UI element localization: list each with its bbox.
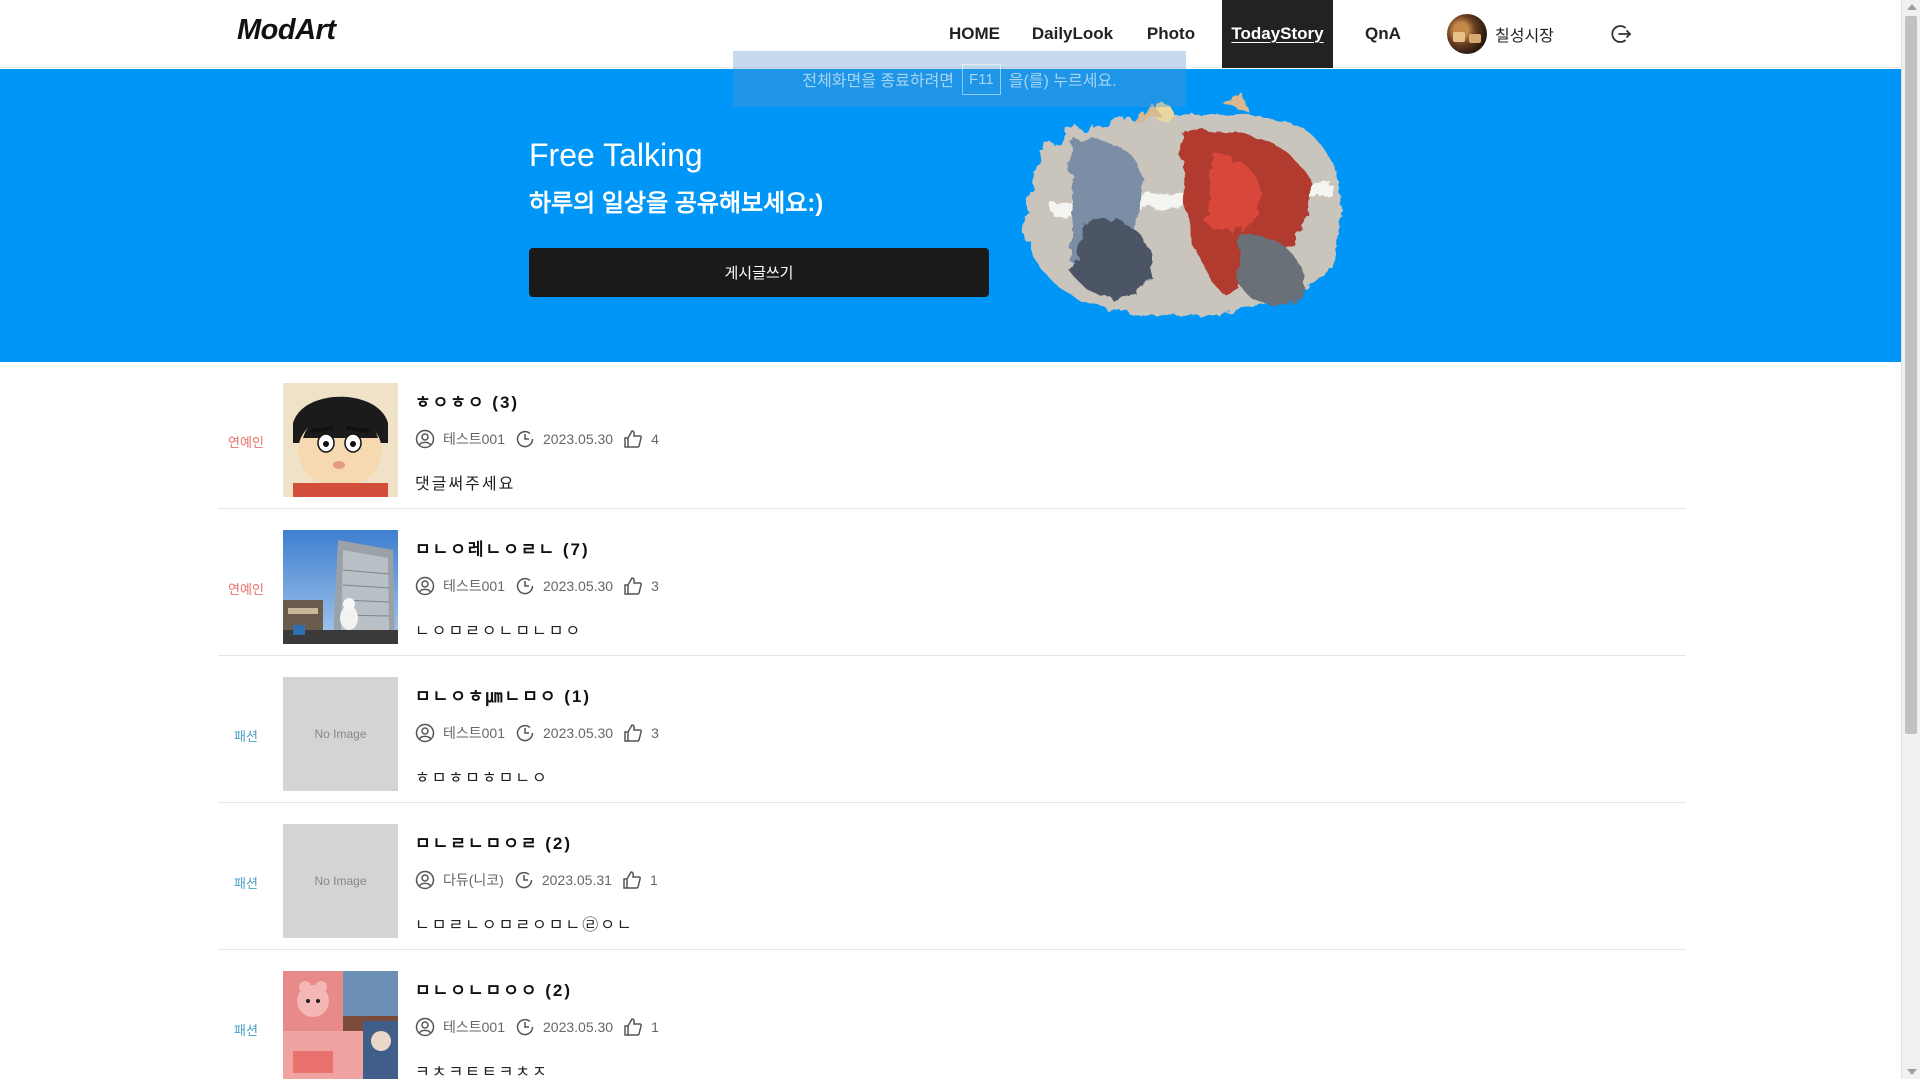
scroll-down-arrow-icon[interactable]: [1907, 1069, 1917, 1075]
post-thumbnail[interactable]: No Image: [283, 824, 398, 938]
post-body: ㄴㅇㅁㄹㅇㄴㅁㄴㅁㅇ: [415, 623, 583, 640]
user-icon: [415, 576, 435, 596]
post-category: 패션: [234, 876, 258, 891]
like-count: 1: [651, 1019, 659, 1035]
post-author: 테스트001: [443, 431, 505, 447]
hero-banner: Free Talking 하루의 일상을 공유해보세요:) 게시글쓰기: [0, 69, 1901, 362]
post-author: 테스트001: [443, 725, 505, 741]
post-date: 2023.05.30: [543, 431, 614, 447]
post-thumbnail[interactable]: [283, 383, 398, 497]
post-title-text[interactable]: ㅁㄴㅇㄴㅁㅇㅇ: [415, 981, 538, 1000]
profile-name[interactable]: 칠성시장: [1495, 22, 1554, 46]
post-meta: 다듀(니코) 2023.05.31 1: [415, 870, 658, 890]
building-photo-image: [283, 530, 398, 644]
thumbs-up-icon[interactable]: [623, 723, 643, 743]
post-date: 2023.05.30: [543, 1019, 614, 1035]
post-body: ㅎㅁㅎㅁㅎㅁㄴㅇ: [415, 770, 549, 787]
hero-subtitle: 하루의 일상을 공유해보세요:): [529, 190, 824, 217]
fullscreen-exit-toast: 전체화면을 종료하려면 F11 을(를) 누르세요.: [733, 51, 1186, 107]
site-logo[interactable]: ModArt: [237, 14, 336, 47]
post-author: 테스트001: [443, 1019, 505, 1035]
post-title[interactable]: ㅎㅇㅎㅇ (3): [415, 388, 519, 413]
user-icon: [415, 723, 435, 743]
post-title-text[interactable]: ㅁㄴㅇ레ㄴㅇㄹㄴ: [415, 540, 556, 559]
post-title[interactable]: ㅁㄴㄹㄴㅁㅇㄹ (2): [415, 829, 572, 854]
user-icon: [415, 429, 435, 449]
clock-icon: [516, 430, 534, 448]
pink-toys-photo-image: [283, 971, 398, 1079]
post-item[interactable]: 연예인 ㅁㄴㅇ레ㄴㅇㄹㄴ (7) 테스트001 2023.05.30 3 ㄴㅇㅁ…: [218, 509, 1686, 656]
scroll-up-arrow-icon[interactable]: [1907, 4, 1917, 10]
post-item[interactable]: 패션 No Image ㅁㄴㄹㄴㅁㅇㄹ (2) 다듀(니코) 2023.05.3…: [218, 803, 1686, 950]
post-title-text[interactable]: ㅎㅇㅎㅇ: [415, 393, 486, 412]
post-thumbnail[interactable]: [283, 530, 398, 644]
post-title[interactable]: ㅁㄴㅇㅎ㎛ㄴㅁㅇ (1): [415, 682, 591, 707]
post-title[interactable]: ㅁㄴㅇ레ㄴㅇㄹㄴ (7): [415, 535, 590, 560]
nav-qna[interactable]: QnA: [1354, 0, 1412, 68]
like-count: 1: [649, 872, 658, 888]
like-count: 3: [651, 578, 659, 594]
toast-key: F11: [962, 63, 1001, 95]
post-category: 연예인: [228, 582, 264, 597]
like-count: 4: [651, 431, 659, 447]
scroll-thumb[interactable]: [1905, 16, 1917, 734]
post-body: ㄴㅁㄹㄴㅇㅁㄹㅇㅁㄴ㉣ㅇㄴ: [415, 917, 634, 934]
volleyball-painting-image: [1022, 89, 1338, 312]
nav-todaystory[interactable]: TodayStory: [1222, 0, 1333, 68]
post-date: 2023.05.31: [541, 872, 612, 888]
no-image-placeholder: No Image: [314, 727, 367, 741]
user-profile[interactable]: 칠성시장: [1447, 14, 1554, 54]
post-thumbnail[interactable]: No Image: [283, 677, 398, 791]
comment-count: (1): [564, 687, 591, 706]
post-body: ㅋㅊㅋㅌㅌㅋㅊㅈ: [415, 1064, 549, 1079]
clock-icon: [516, 1018, 534, 1036]
logout-icon[interactable]: [1609, 22, 1633, 46]
post-item[interactable]: 연예인 ㅎㅇㅎㅇ (3) 테스트001 2023.05.30 4 댓글써주세요: [218, 362, 1686, 509]
thumbs-up-icon[interactable]: [623, 576, 643, 596]
avatar[interactable]: [1447, 14, 1487, 54]
thumbs-up-icon[interactable]: [623, 1017, 643, 1037]
post-meta: 테스트001 2023.05.30 1: [415, 1017, 659, 1037]
post-body: 댓글써주세요: [415, 476, 516, 493]
post-title[interactable]: ㅁㄴㅇㄴㅁㅇㅇ (2): [415, 976, 572, 1001]
post-meta: 테스트001 2023.05.30 3: [415, 576, 659, 596]
write-post-button[interactable]: 게시글쓰기: [529, 248, 989, 297]
comment-count: (2): [545, 981, 572, 1000]
comment-count: (7): [562, 540, 590, 559]
clock-icon: [516, 577, 534, 595]
post-author: 다듀(니코): [443, 872, 504, 888]
hero-title: Free Talking: [529, 137, 703, 173]
toast-text-after: 을(를) 누르세요.: [1008, 73, 1117, 90]
post-meta: 테스트001 2023.05.30 4: [415, 429, 659, 449]
post-item[interactable]: 패션 ㅁㄴㅇㄴㅁㅇㅇ (2) 테스트001 2023.05.30 1 ㅋㅊㅋㅌㅌ…: [218, 950, 1686, 1079]
user-icon: [415, 1017, 435, 1037]
post-list: 연예인 ㅎㅇㅎㅇ (3) 테스트001 2023.05.30 4 댓글써주세요 …: [218, 362, 1686, 1079]
post-author: 테스트001: [443, 578, 505, 594]
clock-icon: [516, 724, 534, 742]
comment-count: (3): [492, 393, 520, 412]
post-category: 패션: [234, 729, 258, 744]
post-date: 2023.05.30: [543, 578, 614, 594]
thumbs-up-icon[interactable]: [622, 870, 642, 890]
user-icon: [415, 870, 435, 890]
post-thumbnail[interactable]: [283, 971, 398, 1079]
comment-count: (2): [545, 834, 572, 853]
post-title-text[interactable]: ㅁㄴㅇㅎ㎛ㄴㅁㅇ: [415, 687, 557, 706]
toast-text-before: 전체화면을 종료하려면: [802, 73, 955, 90]
clock-icon: [515, 871, 533, 889]
post-category: 연예인: [228, 435, 264, 450]
post-title-text[interactable]: ㅁㄴㄹㄴㅁㅇㄹ: [415, 834, 538, 853]
post-item[interactable]: 패션 No Image ㅁㄴㅇㅎ㎛ㄴㅁㅇ (1) 테스트001 2023.05.…: [218, 656, 1686, 803]
page-scrollbar[interactable]: [1901, 0, 1920, 1079]
post-date: 2023.05.30: [543, 725, 614, 741]
like-count: 3: [651, 725, 659, 741]
post-meta: 테스트001 2023.05.30 3: [415, 723, 659, 743]
post-category: 패션: [234, 1023, 258, 1038]
thumbs-up-icon[interactable]: [623, 429, 643, 449]
cartoon-face-image: [283, 383, 398, 497]
no-image-placeholder: No Image: [314, 874, 367, 888]
